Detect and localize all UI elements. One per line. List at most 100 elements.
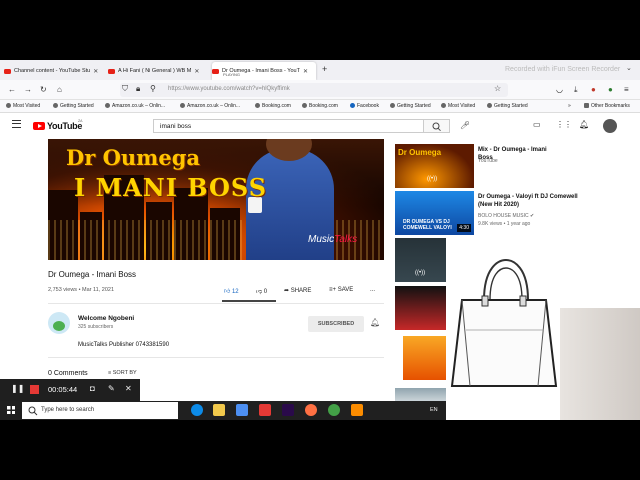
youtube-favicon-icon [212,68,219,74]
reload-icon[interactable]: ↻ [40,85,47,95]
recommended-channel: BOLO HOUSE MUSIC ✔ [478,213,535,219]
close-tab-icon[interactable]: ✕ [303,68,308,75]
video-player[interactable]: Dr Oumega I MANI BOSS MusicTalks [48,139,384,260]
home-icon[interactable]: ⌂ [57,85,62,95]
downloads-icon[interactable]: ⤓ [574,85,578,95]
bookmark-item[interactable]: Getting Started [53,103,94,109]
country-code: ZA [78,119,83,123]
video-thumbnail[interactable]: DR OUMEGA VS DJ COMEWELL VALOYI 4:30 [395,191,474,235]
taskbar-search[interactable]: Type here to search [22,402,178,419]
new-tab-icon[interactable]: + [322,64,327,74]
youtube-favicon-icon [4,68,11,74]
shield-icon[interactable]: ⛉ [122,84,128,94]
address-bar[interactable]: ⛉ 🔒︎ ⚲ https://www.youtube.com/watch?v=h… [120,83,508,97]
bookmark-star-icon[interactable]: ☆ [494,84,501,94]
search-button[interactable] [424,119,450,133]
pause-icon[interactable]: ❚❚ [11,384,24,393]
search-icon [28,406,38,416]
sort-by-button[interactable]: ≡ SORT BY [108,370,137,376]
recommended-video-mix[interactable]: Dr Oumega ((•)) Mix - Dr Oumega - Imani … [395,144,605,188]
camera-icon[interactable]: ◘ [90,384,95,393]
windows-start-icon[interactable] [7,406,15,414]
thumbnail-text: DR OUMEGA VS DJ COMEWELL VALOYI [403,219,452,231]
list-tabs-icon[interactable]: ⌄ [626,64,632,72]
close-icon[interactable]: ✕ [125,384,132,393]
store-icon[interactable] [236,404,248,416]
search-icon [432,122,441,132]
video-thumbnail[interactable]: ((•)) [395,238,446,282]
extension-icon[interactable]: ● [608,85,613,95]
tab-channel-content[interactable]: Channel content - YouTube Stu ✕ [4,62,102,80]
notifications-bell-icon[interactable]: 🔔︎ [579,120,589,129]
vlc-icon[interactable] [351,404,363,416]
youtube-wordmark[interactable]: YouTube [47,121,82,131]
screen: Channel content - YouTube Stu ✕ A Hi Fan… [0,60,640,420]
tab-hi-fani[interactable]: A Hi Fani ( Ni General ) WB M ✕ [108,62,206,80]
channel-name[interactable]: Welcome Ngobeni [78,315,134,322]
bookmark-icon [105,103,110,108]
edge-icon[interactable] [191,404,203,416]
bookmarks-toolbar: Most Visited Getting Started Amazon.co.u… [0,100,640,113]
language-indicator[interactable]: EN [430,407,438,413]
bookmark-item[interactable]: Booking.com [255,103,291,109]
microphone-icon[interactable]: 🎤︎ [460,121,470,130]
video-thumbnail[interactable] [395,286,446,330]
apps-grid-icon[interactable]: ⋮⋮ [556,120,572,129]
bookmark-icon [302,103,307,108]
account-avatar[interactable] [603,119,617,133]
playlist-add-icon: ≡+ [329,287,337,293]
share-button[interactable]: ➦ SHARE [284,287,311,294]
like-button[interactable]: 👍︎ 12 [224,287,239,295]
other-bookmarks[interactable]: Other Bookmarks [584,103,630,109]
bookmark-item[interactable]: Amazon.co.uk – Onlin... [105,103,165,109]
lock-icon[interactable]: 🔒︎ [136,84,140,94]
thumbs-down-icon: 👎︎ [256,289,263,295]
bookmark-item[interactable]: Booking.com [302,103,338,109]
bookmark-item[interactable]: Most Visited [6,103,40,109]
bookmark-item[interactable]: Amazon.co.uk – Onlin... [180,103,240,109]
video-thumbnail[interactable]: Dr Oumega ((•)) [395,144,474,188]
save-button[interactable]: ≡+ SAVE [329,287,353,293]
youtube-logo-icon[interactable] [33,122,45,130]
bookmark-item[interactable]: Getting Started [390,103,431,109]
hamburger-menu-icon[interactable] [12,120,21,128]
menu-icon[interactable]: ≡ [624,85,629,95]
whatsapp-icon[interactable] [328,404,340,416]
dislike-button[interactable]: 👎︎ 0 [256,287,267,295]
notification-bell-icon[interactable]: 🔔︎ [370,318,380,327]
bookmark-item[interactable]: Facebook [350,103,379,109]
windows-taskbar: Type here to search EN [0,401,446,420]
bookmark-label: Amazon.co.uk – Onlin... [187,103,241,109]
create-video-icon[interactable]: ▭ [533,120,541,129]
close-tab-icon[interactable]: ✕ [194,68,199,75]
extension-icon[interactable]: ● [591,85,596,95]
stop-record-icon[interactable] [30,385,39,394]
bookmark-icon [390,103,395,108]
video-thumbnail[interactable] [403,336,447,380]
video-thumbnail[interactable] [395,388,446,402]
sort-icon: ≡ [108,370,112,376]
premiere-icon[interactable] [282,404,294,416]
tab-dr-oumega[interactable]: Dr Oumega - Imani Boss - YouT ✕ PLAYING [212,62,316,80]
channel-avatar[interactable] [48,312,70,334]
recorder-app-icon[interactable] [259,404,271,416]
bookmark-item[interactable]: Most Visited [441,103,475,109]
more-actions-icon[interactable]: ... [370,287,375,293]
file-explorer-icon[interactable] [213,404,225,416]
bookmark-icon [441,103,446,108]
search-input[interactable]: imani boss [153,119,424,133]
permissions-icon[interactable]: ⚲ [150,84,156,94]
close-tab-icon[interactable]: ✕ [93,68,98,75]
firefox-icon[interactable] [305,404,317,416]
subscribed-button[interactable]: SUBSCRIBED [308,316,364,332]
bookmarks-overflow-icon[interactable]: » [568,103,571,109]
forward-arrow-icon[interactable]: → [24,85,32,95]
recommended-video-valoyi[interactable]: DR OUMEGA VS DJ COMEWELL VALOYI 4:30 Dr … [395,191,605,235]
bookmark-icon [255,103,260,108]
edit-icon[interactable]: ✎ [108,384,115,393]
handbag-overlay [446,238,560,420]
pocket-icon[interactable]: ◡ [556,85,563,95]
bookmark-item[interactable]: Getting Started [487,103,528,109]
folder-icon [584,103,589,108]
back-arrow-icon[interactable]: ← [8,85,16,95]
